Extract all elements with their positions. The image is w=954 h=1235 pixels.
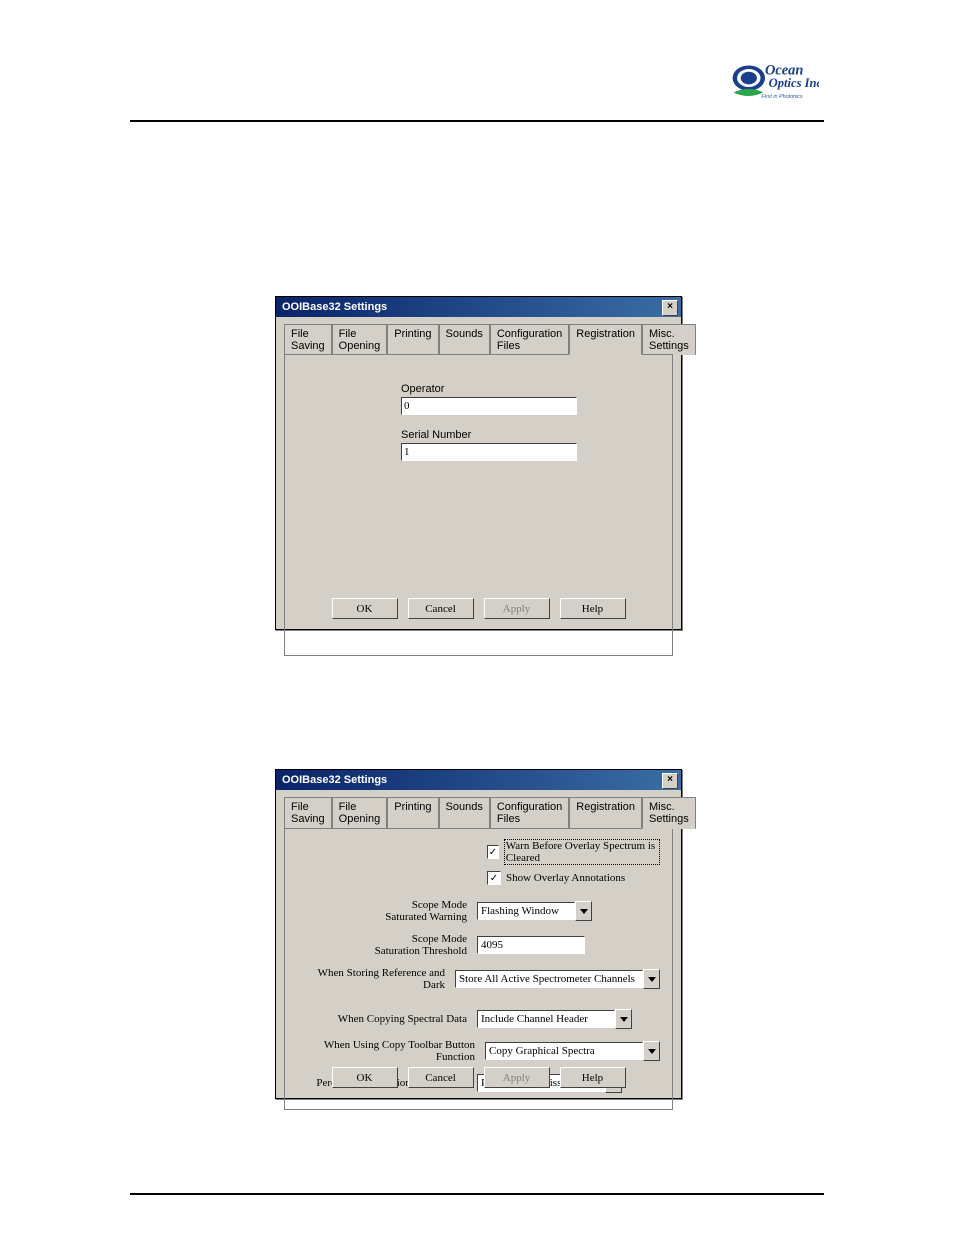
tab-printing[interactable]: Printing	[387, 324, 438, 355]
serial-label: Serial Number	[401, 429, 656, 441]
copy-spectral-label: When Copying Spectral Data	[297, 1013, 477, 1025]
apply-button: Apply	[484, 598, 550, 619]
tab-sounds[interactable]: Sounds	[439, 324, 490, 355]
copy-spectral-select[interactable]: Include Channel Header	[477, 1010, 615, 1028]
scope-threshold-label: Scope Mode Saturation Threshold	[297, 933, 477, 957]
scope-warning-select[interactable]: Flashing Window	[477, 902, 575, 920]
operator-input[interactable]	[401, 397, 577, 415]
ok-button[interactable]: OK	[332, 598, 398, 619]
warn-overlay-label: Warn Before Overlay Spectrum is Cleared	[504, 839, 660, 865]
settings-dialog-misc: OOIBase32 Settings × File Saving File Op…	[275, 769, 682, 1099]
titlebar: OOIBase32 Settings ×	[276, 297, 681, 317]
serial-input[interactable]	[401, 443, 577, 461]
tab-row: File Saving File Opening Printing Sounds…	[276, 317, 681, 354]
close-icon[interactable]: ×	[662, 773, 678, 789]
apply-button: Apply	[484, 1067, 550, 1088]
header-rule	[130, 120, 824, 122]
show-annotations-checkbox[interactable]: ✓	[487, 871, 501, 885]
store-ref-dark-label: When Storing Reference and Dark	[297, 967, 455, 991]
chevron-down-icon[interactable]	[643, 969, 660, 989]
store-ref-dark-select[interactable]: Store All Active Spectrometer Channels	[455, 970, 643, 988]
close-icon[interactable]: ×	[662, 300, 678, 316]
footer-rule	[130, 1193, 824, 1195]
help-button[interactable]: Help	[560, 1067, 626, 1088]
titlebar: OOIBase32 Settings ×	[276, 770, 681, 790]
tab-registration[interactable]: Registration	[569, 324, 642, 355]
tab-sounds[interactable]: Sounds	[439, 797, 490, 829]
warn-overlay-checkbox[interactable]: ✓	[487, 845, 499, 859]
tab-printing[interactable]: Printing	[387, 797, 438, 829]
chevron-down-icon[interactable]	[615, 1009, 632, 1029]
chevron-down-icon[interactable]	[575, 901, 592, 921]
show-annotations-label: Show Overlay Annotations	[506, 872, 625, 884]
cancel-button[interactable]: Cancel	[408, 598, 474, 619]
cancel-button[interactable]: Cancel	[408, 1067, 474, 1088]
chevron-down-icon[interactable]	[643, 1041, 660, 1061]
scope-warning-label: Scope Mode Saturated Warning	[297, 899, 477, 923]
tab-file-opening[interactable]: File Opening	[332, 797, 388, 829]
tab-misc-settings[interactable]: Misc. Settings	[642, 324, 696, 355]
settings-dialog-registration: OOIBase32 Settings × File Saving File Op…	[275, 296, 682, 630]
tab-misc-settings[interactable]: Misc. Settings	[642, 797, 696, 829]
operator-label: Operator	[401, 383, 656, 395]
tab-config-files[interactable]: Configuration Files	[490, 797, 569, 829]
help-button[interactable]: Help	[560, 598, 626, 619]
copy-toolbar-label: When Using Copy Toolbar Button Function	[297, 1039, 485, 1063]
tab-registration[interactable]: Registration	[569, 797, 642, 829]
ok-button[interactable]: OK	[332, 1067, 398, 1088]
svg-text:Optics Inc.: Optics Inc.	[769, 76, 819, 90]
window-title: OOIBase32 Settings	[282, 297, 387, 317]
scope-threshold-input[interactable]	[477, 936, 585, 954]
brand-logo: Ocean Optics Inc. First in Photonics	[729, 58, 819, 108]
tab-file-saving[interactable]: File Saving	[284, 797, 332, 829]
tab-config-files[interactable]: Configuration Files	[490, 324, 569, 355]
tab-row: File Saving File Opening Printing Sounds…	[276, 790, 681, 828]
copy-toolbar-select[interactable]: Copy Graphical Spectra	[485, 1042, 643, 1060]
tab-file-saving[interactable]: File Saving	[284, 324, 332, 355]
svg-text:First in Photonics: First in Photonics	[761, 94, 803, 100]
window-title: OOIBase32 Settings	[282, 770, 387, 790]
tab-file-opening[interactable]: File Opening	[332, 324, 388, 355]
